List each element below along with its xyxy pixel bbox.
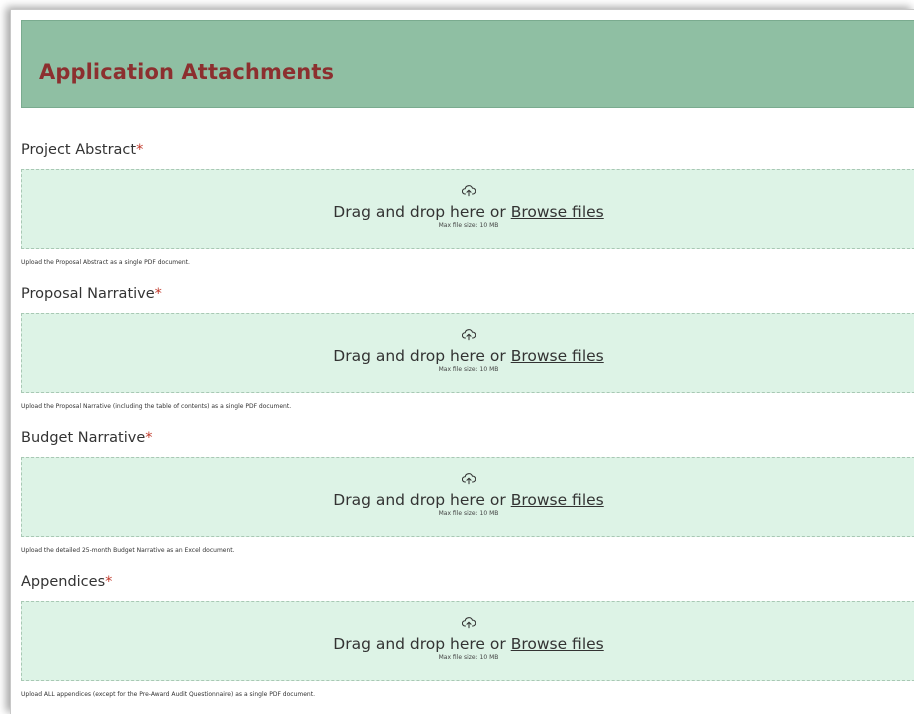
field-label: Proposal Narrative* (21, 284, 914, 304)
dropzone-instructions: Drag and drop here or Browse files (22, 203, 914, 221)
attachment-field-budget-narrative: Budget Narrative* Drag and drop here or … (21, 428, 914, 555)
field-label-text: Project Abstract (21, 142, 137, 158)
field-help-text: Upload ALL appendices (except for the Pr… (21, 691, 315, 698)
dropzone-instructions: Drag and drop here or Browse files (22, 491, 914, 509)
required-marker: * (105, 574, 113, 590)
max-file-size: Max file size: 10 MB (438, 510, 499, 517)
dropzone-text: Drag and drop here or (333, 635, 511, 653)
page-title: Application Attachments (39, 60, 335, 84)
max-file-size: Max file size: 10 MB (438, 366, 499, 373)
field-label: Budget Narrative* (21, 428, 914, 448)
upload-cloud-icon (461, 473, 476, 485)
upload-cloud-icon (461, 617, 476, 629)
dropzone-text: Drag and drop here or (333, 491, 511, 509)
dropzone-instructions: Drag and drop here or Browse files (22, 635, 914, 653)
upload-cloud-icon (461, 185, 476, 197)
max-file-size: Max file size: 10 MB (438, 222, 499, 229)
browse-files-link[interactable]: Browse files (511, 635, 604, 653)
file-dropzone[interactable]: Drag and drop here or Browse files Max f… (21, 169, 914, 249)
field-label-text: Budget Narrative (21, 430, 146, 446)
browse-files-link[interactable]: Browse files (511, 203, 604, 221)
field-help-text: Upload the detailed 25-month Budget Narr… (21, 547, 235, 554)
file-dropzone[interactable]: Drag and drop here or Browse files Max f… (21, 457, 914, 537)
attachment-field-proposal-narrative: Proposal Narrative* Drag and drop here o… (21, 284, 914, 411)
dropzone-instructions: Drag and drop here or Browse files (22, 347, 914, 365)
field-help-text: Upload the Proposal Abstract as a single… (21, 259, 190, 266)
field-label-text: Appendices (21, 574, 106, 590)
max-file-size: Max file size: 10 MB (438, 654, 499, 661)
dropzone-text: Drag and drop here or (333, 203, 511, 221)
attachment-field-appendices: Appendices* Drag and drop here or Browse… (21, 572, 914, 699)
browse-files-link[interactable]: Browse files (511, 491, 604, 509)
application-attachments-panel: Application Attachments Project Abstract… (10, 9, 914, 714)
field-help-text: Upload the Proposal Narrative (including… (21, 403, 292, 410)
field-label: Appendices* (21, 572, 914, 592)
browse-files-link[interactable]: Browse files (511, 347, 604, 365)
required-marker: * (154, 286, 162, 302)
attachment-field-project-abstract: Project Abstract* Drag and drop here or … (21, 140, 914, 267)
required-marker: * (145, 430, 153, 446)
file-dropzone[interactable]: Drag and drop here or Browse files Max f… (21, 601, 914, 681)
required-marker: * (136, 142, 144, 158)
field-label-text: Proposal Narrative (21, 286, 155, 302)
file-dropzone[interactable]: Drag and drop here or Browse files Max f… (21, 313, 914, 393)
section-header: Application Attachments (21, 20, 914, 108)
field-label: Project Abstract* (21, 140, 914, 160)
upload-cloud-icon (461, 329, 476, 341)
dropzone-text: Drag and drop here or (333, 347, 511, 365)
